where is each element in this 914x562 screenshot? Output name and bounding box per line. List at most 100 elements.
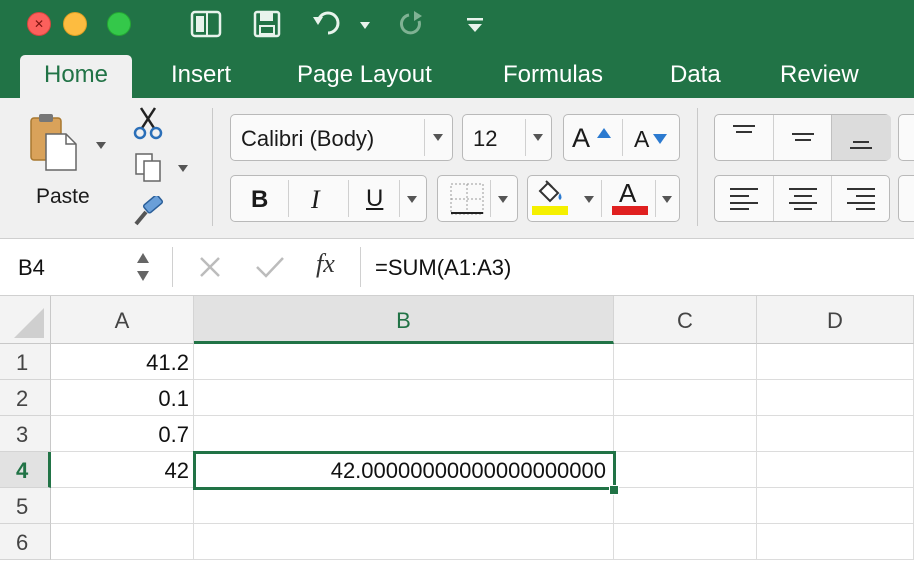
align-top-icon (733, 125, 755, 133)
align-left-button[interactable] (715, 176, 773, 221)
cell-a6[interactable] (51, 524, 194, 560)
column-header-b[interactable]: B (194, 296, 614, 344)
row-header-2[interactable]: 2 (0, 380, 51, 416)
cell-b5[interactable] (194, 488, 614, 524)
enter-icon[interactable] (255, 255, 285, 284)
cell-c3[interactable] (614, 416, 757, 452)
cell-c1[interactable] (614, 344, 757, 380)
font-color-dropdown-icon[interactable] (662, 196, 672, 203)
row-header-4[interactable]: 4 (0, 452, 51, 488)
row-header-5[interactable]: 5 (0, 488, 51, 524)
cell-c4[interactable] (614, 452, 757, 488)
tab-home[interactable]: Home (20, 55, 133, 98)
font-color-letter: A (619, 178, 637, 208)
borders-icon (450, 183, 484, 215)
redo-icon[interactable] (397, 9, 427, 39)
cell-c6[interactable] (614, 524, 757, 560)
button-divider (601, 180, 602, 217)
column-header-a[interactable]: A (51, 296, 194, 344)
customize-toolbar-icon[interactable] (466, 9, 484, 39)
select-all-button[interactable] (0, 296, 51, 344)
cell-a5[interactable] (51, 488, 194, 524)
formula-bar-divider (172, 247, 173, 287)
copy-icon[interactable] (134, 152, 164, 189)
align-bottom-icon (850, 141, 872, 149)
cell-d3[interactable] (757, 416, 914, 452)
format-painter-icon[interactable] (130, 194, 166, 233)
font-size-dropdown[interactable]: 12 (462, 114, 552, 161)
minimize-window-button[interactable] (63, 12, 87, 36)
cell-d1[interactable] (757, 344, 914, 380)
cell-b3[interactable] (194, 416, 614, 452)
increase-font-letter: A (572, 123, 591, 153)
column-header-c[interactable]: C (614, 296, 757, 344)
sidebar-toggle-icon[interactable] (190, 9, 222, 39)
cut-icon[interactable] (132, 106, 164, 145)
underline-button[interactable]: U (366, 185, 383, 213)
undo-icon[interactable] (312, 9, 348, 39)
vertical-align-group (714, 114, 891, 161)
ribbon-divider (212, 108, 213, 226)
formula-input[interactable]: =SUM(A1:A3) (375, 255, 511, 281)
chevron-down-icon (533, 134, 543, 141)
cell-a2[interactable]: 0.1 (51, 380, 194, 416)
bold-button[interactable]: B (251, 186, 268, 214)
decrease-font-size-button[interactable]: A (623, 115, 681, 160)
indent-button-partial[interactable] (898, 175, 914, 222)
font-style-group: B I U (230, 175, 427, 222)
row-header-3[interactable]: 3 (0, 416, 51, 452)
italic-button[interactable]: I (311, 185, 320, 215)
tab-data[interactable]: Data (670, 50, 721, 98)
cell-b1[interactable] (194, 344, 614, 380)
paste-button-label[interactable]: Paste (36, 185, 90, 209)
column-header-d[interactable]: D (757, 296, 914, 344)
underline-dropdown-icon[interactable] (407, 196, 417, 203)
fill-handle[interactable] (609, 485, 619, 495)
align-center-button[interactable] (773, 176, 832, 221)
tab-page-layout[interactable]: Page Layout (297, 50, 432, 98)
align-top-button[interactable] (715, 115, 773, 160)
align-middle-button[interactable] (773, 115, 832, 160)
align-bottom-button[interactable] (831, 115, 891, 160)
cell-d2[interactable] (757, 380, 914, 416)
ribbon-tabs: Home Insert Page Layout Formulas Data Re… (0, 50, 914, 98)
cell-d6[interactable] (757, 524, 914, 560)
align-right-button[interactable] (831, 176, 891, 221)
name-box-stepper-icon[interactable] (136, 251, 150, 288)
increase-font-size-button[interactable]: A (564, 115, 622, 160)
cancel-icon[interactable] (198, 255, 222, 284)
cell-c5[interactable] (614, 488, 757, 524)
borders-button[interactable] (437, 175, 518, 222)
copy-dropdown-icon[interactable] (178, 165, 188, 172)
paste-dropdown-icon[interactable] (96, 142, 106, 149)
name-box[interactable]: B4 (18, 255, 45, 281)
fill-color-button[interactable] (528, 176, 606, 221)
button-divider (348, 180, 349, 217)
tab-formulas[interactable]: Formulas (503, 50, 603, 98)
cell-b2[interactable] (194, 380, 614, 416)
orientation-button-partial[interactable] (898, 114, 914, 161)
cell-a4[interactable]: 42 (51, 452, 194, 488)
cell-b6[interactable] (194, 524, 614, 560)
font-color-button[interactable]: A (606, 176, 681, 221)
save-icon[interactable] (252, 9, 282, 39)
paste-icon[interactable] (28, 112, 78, 177)
cell-a3[interactable]: 0.7 (51, 416, 194, 452)
undo-dropdown-icon[interactable] (360, 22, 370, 29)
insert-function-button[interactable]: fx (316, 249, 335, 279)
row-header-6[interactable]: 6 (0, 524, 51, 560)
tab-insert[interactable]: Insert (171, 50, 231, 98)
row-header-1[interactable]: 1 (0, 344, 51, 380)
chevron-down-icon (433, 134, 443, 141)
maximize-window-button[interactable] (107, 12, 131, 36)
cell-d5[interactable] (757, 488, 914, 524)
cell-d4[interactable] (757, 452, 914, 488)
triangle-down-icon (653, 134, 667, 144)
tab-review[interactable]: Review (780, 50, 859, 98)
font-size-step-group: A A (563, 114, 680, 161)
fill-dropdown-icon[interactable] (584, 196, 594, 203)
close-window-button[interactable] (27, 12, 51, 36)
font-name-dropdown[interactable]: Calibri (Body) (230, 114, 453, 161)
cell-a1[interactable]: 41.2 (51, 344, 194, 380)
cell-c2[interactable] (614, 380, 757, 416)
